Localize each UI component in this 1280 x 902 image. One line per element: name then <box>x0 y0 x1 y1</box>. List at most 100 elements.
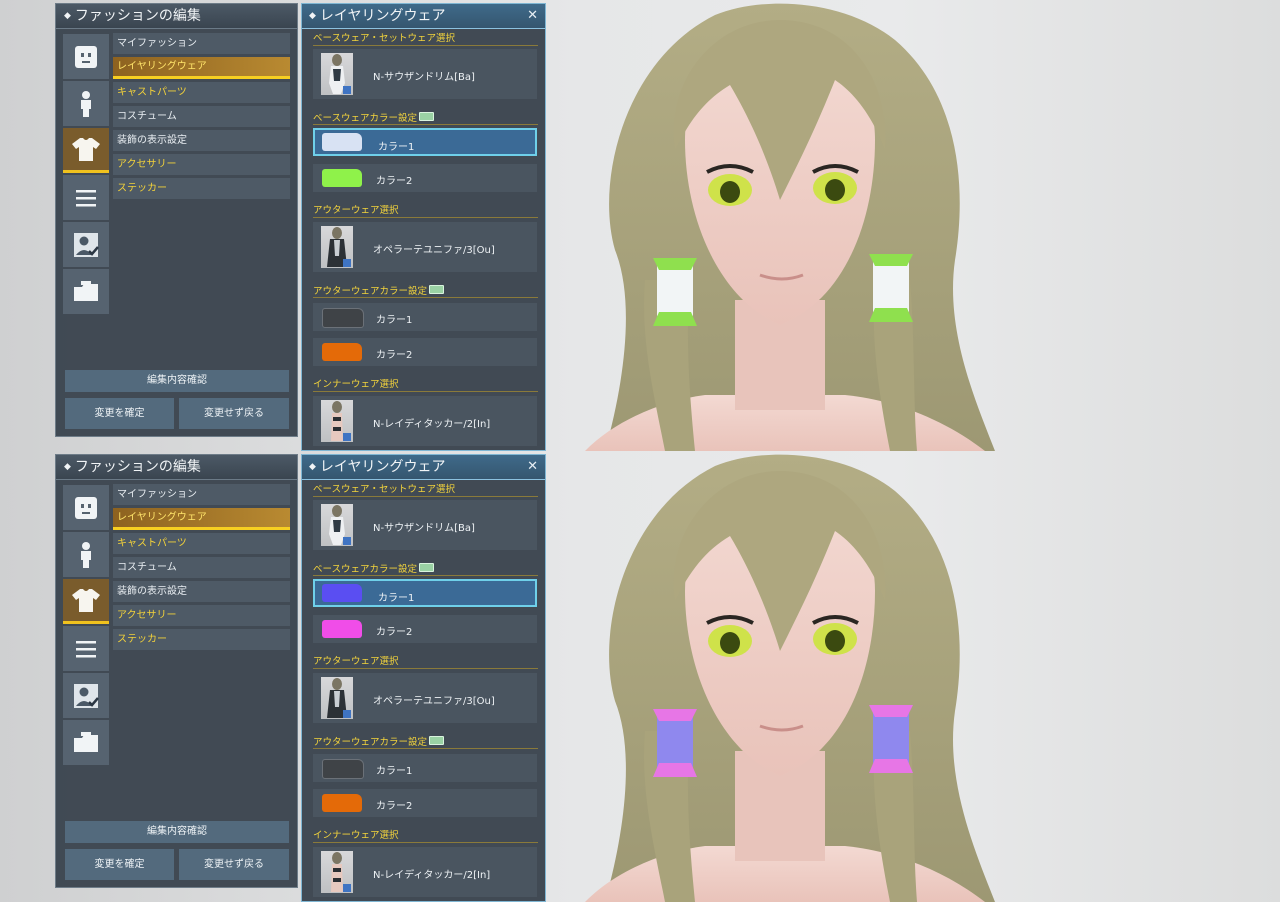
fashion-menu: マイファッション レイヤリングウェア キャストパーツ コスチューム 装飾の表示設… <box>113 484 290 653</box>
base-wear-section-label: ベースウェア・セットウェア選択 <box>313 33 538 46</box>
menu-item-layering-wear[interactable]: レイヤリングウェア <box>113 57 290 79</box>
menu-item-my-fashion[interactable]: マイファッション <box>113 484 290 505</box>
color-label: カラー1 <box>378 593 415 604</box>
outer-wear-section-label: アウターウェア選択 <box>313 205 538 218</box>
menu-item-costume[interactable]: コスチューム <box>113 557 290 578</box>
cancel-back-button[interactable]: 変更せず戻る <box>179 849 289 880</box>
color-badge-icon <box>429 285 445 294</box>
item-name: オペラーテユニファ/3[Ou] <box>373 245 495 256</box>
outer-wear-item[interactable]: オペラーテユニファ/3[Ou] <box>313 673 537 723</box>
screen-top: ◆ ファッションの編集 マイファッション レイヤリングウェア キャストパーツ コス… <box>0 0 1280 451</box>
review-edits-button[interactable]: 編集内容確認 <box>65 370 289 392</box>
outer-color-1-option[interactable]: カラー1 <box>313 303 537 331</box>
menu-item-sticker[interactable]: ステッカー <box>113 178 290 199</box>
menu-lines-icon <box>76 640 96 657</box>
base-color-2-option[interactable]: カラー2 <box>313 615 537 643</box>
outer-color-2-option[interactable]: カラー2 <box>313 338 537 366</box>
inner-wear-item[interactable]: N-レイディタッカー/2[In] <box>313 396 537 446</box>
folder-icon <box>74 280 98 301</box>
outer-color-section-label: アウターウェアカラー設定 <box>313 736 538 749</box>
body-category-tab[interactable] <box>63 532 109 577</box>
inner-wear-thumbnail <box>321 851 353 893</box>
color-label: カラー2 <box>376 176 413 187</box>
fashion-edit-panel: ◆ ファッションの編集 マイファッション レイヤリングウェア キャストパーツ コス… <box>55 454 298 888</box>
item-name: N-サウザンドリム[Ba] <box>373 523 475 534</box>
confirm-changes-button[interactable]: 変更を確定 <box>65 398 174 429</box>
fashion-category-tab[interactable] <box>63 579 109 624</box>
outer-wear-thumbnail <box>321 226 353 268</box>
color-label: カラー1 <box>376 315 413 326</box>
base-color-1-option[interactable]: カラー1 <box>313 579 537 607</box>
item-name: オペラーテユニファ/3[Ou] <box>373 696 495 707</box>
face-category-tab[interactable] <box>63 485 109 530</box>
color-swatch <box>322 169 362 187</box>
storage-category-tab[interactable] <box>63 720 109 765</box>
color-label: カラー2 <box>376 350 413 361</box>
color-swatch <box>322 584 362 602</box>
color-swatch <box>322 759 364 779</box>
menu-item-accessory[interactable]: アクセサリー <box>113 154 290 175</box>
fashion-category-tab[interactable] <box>63 128 109 173</box>
base-color-2-option[interactable]: カラー2 <box>313 164 537 192</box>
base-wear-item[interactable]: N-サウザンドリム[Ba] <box>313 500 537 550</box>
item-name: N-サウザンドリム[Ba] <box>373 72 475 83</box>
cancel-back-button[interactable]: 変更せず戻る <box>179 398 289 429</box>
layering-wear-panel: ◆ レイヤリングウェア ✕ ベースウェア・セットウェア選択 N-サウザンドリム[B… <box>301 454 546 902</box>
color-swatch <box>322 794 362 812</box>
list-category-tab[interactable] <box>63 626 109 671</box>
base-color-1-option[interactable]: カラー1 <box>313 128 537 156</box>
confirm-changes-button[interactable]: 変更を確定 <box>65 849 174 880</box>
inner-wear-section-label: インナーウェア選択 <box>313 379 538 392</box>
menu-item-cast-parts[interactable]: キャストパーツ <box>113 82 290 103</box>
profile-category-tab[interactable] <box>63 673 109 718</box>
menu-item-cast-parts[interactable]: キャストパーツ <box>113 533 290 554</box>
shirt-icon <box>72 589 100 612</box>
menu-item-accessory[interactable]: アクセサリー <box>113 605 290 626</box>
outer-wear-section-label: アウターウェア選択 <box>313 656 538 669</box>
review-edits-button[interactable]: 編集内容確認 <box>65 821 289 843</box>
diamond-icon: ◆ <box>64 11 71 21</box>
outer-color-section-label: アウターウェアカラー設定 <box>313 285 538 298</box>
color-label: カラー2 <box>376 627 413 638</box>
folder-icon <box>74 731 98 752</box>
inner-wear-item[interactable]: N-レイディタッカー/2[In] <box>313 847 537 897</box>
color-label: カラー1 <box>378 142 415 153</box>
fashion-menu: マイファッション レイヤリングウェア キャストパーツ コスチューム 装飾の表示設… <box>113 33 290 202</box>
outer-wear-item[interactable]: オペラーテユニファ/3[Ou] <box>313 222 537 272</box>
menu-item-costume[interactable]: コスチューム <box>113 106 290 127</box>
face-category-tab[interactable] <box>63 34 109 79</box>
character-preview <box>585 3 995 451</box>
menu-item-sticker[interactable]: ステッカー <box>113 629 290 650</box>
menu-item-my-fashion[interactable]: マイファッション <box>113 33 290 54</box>
outer-color-1-option[interactable]: カラー1 <box>313 754 537 782</box>
panel-title: ◆ レイヤリングウェア <box>302 455 545 480</box>
outer-color-2-option[interactable]: カラー2 <box>313 789 537 817</box>
category-tabs <box>63 34 109 316</box>
profile-check-icon <box>74 683 99 708</box>
category-tabs <box>63 485 109 767</box>
base-wear-thumbnail <box>321 53 353 95</box>
body-category-tab[interactable] <box>63 81 109 126</box>
close-icon[interactable]: ✕ <box>527 7 538 25</box>
person-icon <box>81 90 91 117</box>
color-badge-icon <box>419 563 435 572</box>
base-wear-thumbnail <box>321 504 353 546</box>
menu-item-layering-wear[interactable]: レイヤリングウェア <box>113 508 290 530</box>
base-wear-item[interactable]: N-サウザンドリム[Ba] <box>313 49 537 99</box>
storage-category-tab[interactable] <box>63 269 109 314</box>
color-swatch <box>322 343 362 361</box>
menu-item-decoration-display[interactable]: 装飾の表示設定 <box>113 581 290 602</box>
color-badge-icon <box>419 112 435 121</box>
close-icon[interactable]: ✕ <box>527 458 538 476</box>
base-wear-section-label: ベースウェア・セットウェア選択 <box>313 484 538 497</box>
item-name: N-レイディタッカー/2[In] <box>373 870 491 881</box>
profile-category-tab[interactable] <box>63 222 109 267</box>
shirt-icon <box>72 138 100 161</box>
color-badge-icon <box>429 736 445 745</box>
color-label: カラー1 <box>376 766 413 777</box>
person-icon <box>81 541 91 568</box>
list-category-tab[interactable] <box>63 175 109 220</box>
diamond-icon: ◆ <box>309 11 316 21</box>
menu-item-decoration-display[interactable]: 装飾の表示設定 <box>113 130 290 151</box>
screen-bottom: ◆ ファッションの編集 マイファッション レイヤリングウェア キャストパーツ コス… <box>0 451 1280 902</box>
